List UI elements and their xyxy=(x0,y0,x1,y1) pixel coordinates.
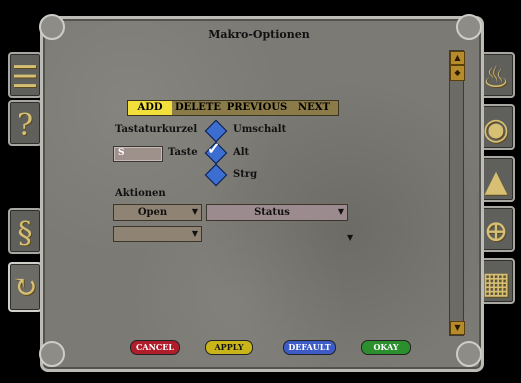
pyramid-icon: ▲ xyxy=(484,164,508,199)
left-tab-refresh[interactable]: ↻ xyxy=(8,262,42,312)
action-dropdown[interactable]: Open ▼ xyxy=(113,204,202,221)
actions-heading: Aktionen xyxy=(115,188,166,199)
macro-toolbar: ADD DELETE PREVIOUS NEXT xyxy=(127,100,339,116)
empty-action-dropdown[interactable]: ▼ xyxy=(113,226,202,242)
eye-icon: ◉ xyxy=(482,112,510,147)
action-parameter-dropdown[interactable]: Status ▼ xyxy=(206,204,348,221)
window-title: Makro-Optionen xyxy=(208,28,310,41)
ctrl-label: Strg xyxy=(233,169,258,180)
hotkey-heading: Tastaturkurzel xyxy=(115,124,198,135)
left-tab-map[interactable]: ☰ xyxy=(8,52,42,98)
grid-icon: ▦ xyxy=(481,266,511,301)
okay-button[interactable]: OKAY xyxy=(361,340,411,355)
key-input-value: S xyxy=(118,148,125,158)
action-parameter-dropdown-value: Status xyxy=(254,207,290,218)
action-dropdown-value: Open xyxy=(137,207,168,218)
dropdown-arrow-icon: ▼ xyxy=(337,207,344,216)
skill-icon: § xyxy=(17,216,33,251)
left-tab-help[interactable]: ? xyxy=(8,100,42,146)
drink-icon: ♨ xyxy=(482,60,510,95)
key-label: Taste xyxy=(168,147,198,158)
corner-ornament-bottom-left xyxy=(39,341,65,367)
scroll-up-button[interactable]: ▲ xyxy=(450,51,465,65)
dropdown-arrow-icon: ▼ xyxy=(191,229,198,238)
key-input[interactable]: S xyxy=(113,146,163,162)
alt-label: Alt xyxy=(233,147,250,158)
cancel-button[interactable]: CANCEL xyxy=(130,340,180,355)
dropdown-arrow-icon: ▼ xyxy=(191,207,198,216)
dropdown-arrow-icon[interactable]: ▼ xyxy=(347,233,353,242)
scroll-thumb[interactable]: ◆ xyxy=(450,65,465,81)
add-button[interactable]: ADD xyxy=(128,101,172,115)
target-icon: ⊕ xyxy=(483,214,509,249)
scroll-down-button[interactable]: ▼ xyxy=(450,321,465,335)
next-button[interactable]: NEXT xyxy=(290,101,338,115)
delete-button[interactable]: DELETE xyxy=(172,101,224,115)
left-tab-skill[interactable]: § xyxy=(8,208,42,254)
refresh-icon: ↻ xyxy=(12,270,38,305)
macro-options-panel xyxy=(40,16,484,372)
default-button[interactable]: DEFAULT xyxy=(283,340,336,355)
help-icon: ? xyxy=(16,108,34,143)
apply-button[interactable]: APPLY xyxy=(205,340,253,355)
alt-checkmark-icon: ✓ xyxy=(207,139,221,158)
previous-button[interactable]: PREVIOUS xyxy=(224,101,290,115)
map-icon: ☰ xyxy=(11,60,39,95)
corner-ornament-bottom-right xyxy=(456,341,482,367)
shift-label: Umschalt xyxy=(233,124,287,135)
vertical-scrollbar[interactable]: ▲ ◆ ▼ xyxy=(449,50,465,336)
